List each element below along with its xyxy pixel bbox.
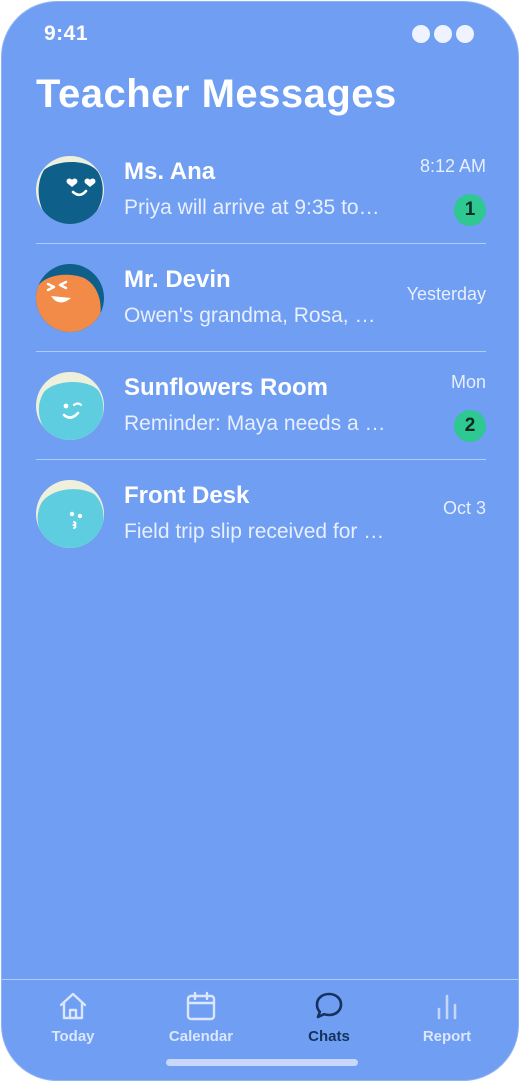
bar-chart-icon (437, 994, 457, 1020)
status-dot-icon (456, 25, 474, 43)
conversation-row[interactable]: Mr. Devin Owen's grandma, Rosa, will pic… (36, 244, 486, 352)
conversation-row[interactable]: Front Desk Field trip slip received for … (36, 460, 486, 568)
status-bar: 9:41 (2, 2, 518, 66)
tab-calendar[interactable]: Calendar (146, 990, 256, 1045)
tab-chats[interactable]: Chats (274, 990, 384, 1045)
conversation-list: Ms. Ana Priya will arrive at 9:35 today … (36, 136, 486, 568)
laughing-face-icon (36, 264, 104, 332)
conversation-name: Sunflowers Room (124, 374, 329, 401)
home-icon (59, 992, 87, 1020)
avatar (36, 480, 104, 548)
conversation-preview: Priya will arrive at 9:35 today (124, 196, 386, 219)
conversation-time: Yesterday (406, 284, 486, 304)
tab-report[interactable]: Report (392, 990, 502, 1045)
phone-screen: 9:41 Teacher Messages Ms. Ana Priya will… (1, 1, 519, 1081)
tab-label: Chats (308, 1028, 350, 1045)
conversation-time: 8:12 AM (419, 156, 486, 176)
tab-label: Calendar (168, 1028, 234, 1045)
unread-badge: 2 (454, 410, 486, 442)
status-icons (412, 25, 474, 43)
status-time: 9:41 (44, 22, 89, 45)
conversation-name: Mr. Devin (124, 266, 231, 293)
tab-label: Today (51, 1028, 95, 1045)
page-title: Teacher Messages (36, 72, 397, 116)
winking-face-icon (36, 372, 104, 440)
heart-eyes-face-icon (36, 156, 104, 224)
kissing-face-icon (36, 480, 104, 548)
avatar (36, 372, 104, 440)
conversation-row[interactable]: Ms. Ana Priya will arrive at 9:35 today … (36, 136, 486, 244)
tab-today[interactable]: Today (18, 990, 128, 1045)
avatar (36, 264, 104, 332)
calendar-icon (186, 991, 216, 1021)
conversation-time: Oct 3 (442, 498, 486, 518)
home-indicator (166, 1059, 358, 1066)
conversation-preview: Field trip slip received for Leo (124, 520, 386, 543)
conversation-name: Front Desk (124, 482, 250, 509)
conversation-preview: Reminder: Maya needs a change of clothes (124, 412, 386, 435)
avatar (36, 156, 104, 224)
status-dot-icon (412, 25, 430, 43)
conversation-row[interactable]: Sunflowers Room Reminder: Maya needs a c… (36, 352, 486, 460)
conversation-name: Ms. Ana (124, 158, 216, 185)
conversation-preview: Owen's grandma, Rosa, will pick him up (124, 304, 386, 327)
conversation-time: Mon (450, 372, 486, 392)
unread-badge: 1 (454, 194, 486, 226)
chat-bubble-icon (315, 992, 343, 1019)
tab-label: Report (422, 1028, 472, 1045)
status-dot-icon (434, 25, 452, 43)
